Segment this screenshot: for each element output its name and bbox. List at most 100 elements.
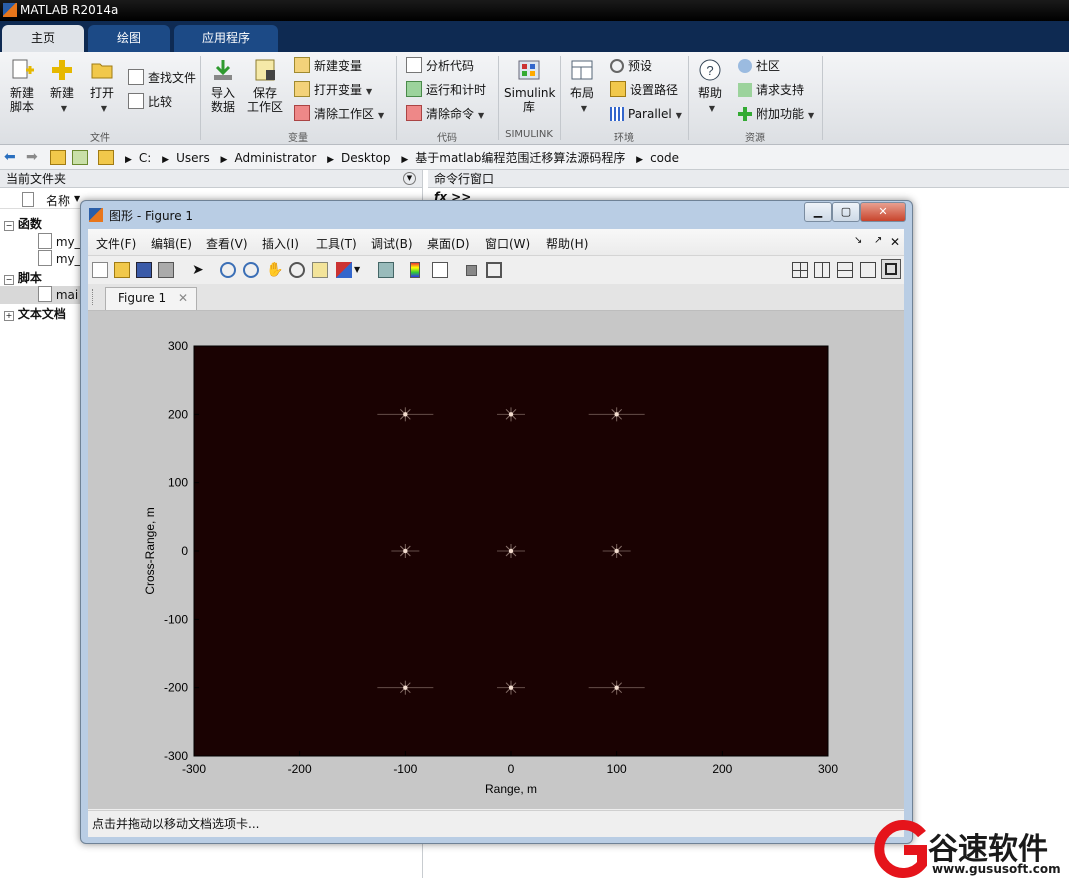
menu-window[interactable]: 窗口(W) [485, 235, 530, 252]
dock-arrow-icon[interactable]: ↗ [874, 235, 882, 246]
top-bottom-layout-icon[interactable] [837, 262, 853, 278]
close-tab-icon[interactable]: ✕ [178, 288, 188, 309]
add-ons-button[interactable]: 附加功能 ▼ [738, 104, 814, 124]
pointer-arrow-icon[interactable]: ➤ [192, 262, 208, 278]
column-name-label: 名称 [46, 194, 71, 208]
compare-icon [128, 93, 144, 109]
breadcrumb-item[interactable]: code [650, 151, 679, 165]
zoom-out-icon[interactable] [243, 262, 259, 278]
watermark-logo-icon [874, 820, 927, 878]
run-time-button[interactable]: 运行和计时 [406, 80, 486, 100]
simulink-library-button[interactable]: Simulink 库 [504, 54, 555, 114]
new-button[interactable]: 新建 ▼ [46, 54, 78, 116]
list-item[interactable]: my_ [38, 250, 81, 266]
tree-group-functions[interactable]: − 函数 [4, 215, 42, 232]
panel-menu-icon[interactable]: ▼ [403, 172, 416, 185]
undock-arrow-icon[interactable]: ↘ [854, 235, 862, 246]
preferences-button[interactable]: 预设 [610, 56, 652, 76]
tab-apps[interactable]: 应用程序 [174, 25, 278, 52]
open-button[interactable]: 打开 ▼ [86, 54, 118, 116]
figure-menu-bar: 文件(F) 编辑(E) 查看(V) 插入(I) 工具(T) 调试(B) 桌面(D… [88, 229, 904, 256]
clear-workspace-button[interactable]: 清除工作区 ▼ [294, 104, 384, 124]
menu-debug[interactable]: 调试(B) [371, 235, 413, 252]
save-workspace-button[interactable]: 保存 工作区 [246, 54, 284, 114]
data-cursor-icon[interactable] [312, 262, 328, 278]
breadcrumb-item[interactable]: 基于matlab编程范围迁移算法源码程序 [415, 151, 625, 165]
tab-plots[interactable]: 绘图 [88, 25, 170, 52]
menu-desktop[interactable]: 桌面(D) [427, 235, 470, 252]
tile-layout-icon[interactable] [792, 262, 808, 278]
up-folder-icon[interactable] [50, 150, 66, 165]
colorbar-icon[interactable] [410, 262, 420, 278]
tab-figure-1[interactable]: Figure 1 ✕ [105, 287, 197, 310]
pan-hand-icon[interactable]: ✋ [266, 262, 283, 278]
menu-tools[interactable]: 工具(T) [316, 235, 357, 252]
analyze-code-button[interactable]: 分析代码 [406, 56, 474, 76]
clear-commands-button[interactable]: 清除命令 ▼ [406, 104, 484, 124]
brush-icon[interactable] [336, 262, 352, 278]
run-time-icon [406, 81, 422, 97]
legend-icon[interactable] [432, 262, 448, 278]
open-dropdown-icon: ▼ [100, 104, 108, 113]
layout-button[interactable]: 布局 ▼ [566, 54, 598, 116]
brush-dropdown-icon[interactable]: ▼ [354, 262, 370, 278]
new-variable-button[interactable]: 新建变量 [294, 56, 362, 76]
request-support-button[interactable]: 请求支持 [738, 80, 804, 100]
menu-help[interactable]: 帮助(H) [546, 235, 588, 252]
breadcrumb-item[interactable]: Administrator [234, 151, 316, 165]
new-figure-icon[interactable] [92, 262, 108, 278]
breadcrumb-item[interactable]: Users [176, 151, 210, 165]
left-right-layout-icon[interactable] [814, 262, 830, 278]
rotate-3d-icon[interactable] [289, 262, 305, 278]
breadcrumb-separator-icon: ▶ [162, 155, 170, 165]
figure-window[interactable]: 图形 - Figure 1 ▁ ▢ ✕ 文件(F) 编辑(E) 查看(V) 插入… [80, 200, 913, 844]
open-file-icon[interactable] [114, 262, 130, 278]
import-data-button[interactable]: 导入 数据 [206, 54, 240, 114]
y-tick-label: -100 [164, 612, 188, 626]
breadcrumb-item[interactable]: C: [139, 151, 151, 165]
tree-group-text-docs[interactable]: + 文本文档 [4, 305, 66, 322]
breadcrumb-item[interactable]: Desktop [341, 151, 391, 165]
link-plot-icon[interactable] [378, 262, 394, 278]
community-button[interactable]: 社区 [738, 56, 780, 76]
tab-grip-icon[interactable] [92, 289, 95, 305]
menu-file[interactable]: 文件(F) [96, 235, 136, 252]
find-files-button[interactable]: 查找文件 [128, 68, 196, 88]
set-path-button[interactable]: 设置路径 [610, 80, 678, 100]
forward-arrow-icon[interactable]: ➡ [26, 149, 38, 165]
maximize-layout-button[interactable] [881, 259, 901, 279]
save-icon[interactable] [136, 262, 152, 278]
compare-button[interactable]: 比较 [128, 92, 172, 112]
open-variable-button[interactable]: 打开变量 ▼ [294, 80, 372, 100]
menu-edit[interactable]: 编辑(E) [151, 235, 192, 252]
group-resources-label: 资源 [745, 133, 765, 144]
list-item[interactable]: my_ [38, 233, 81, 249]
figure-status-bar: 点击并拖动以移动文档选项卡... [88, 810, 904, 837]
menu-insert[interactable]: 插入(I) [262, 235, 299, 252]
back-arrow-icon[interactable]: ⬅ [4, 149, 16, 165]
help-button[interactable]: ? 帮助 ▼ [694, 54, 726, 116]
print-icon[interactable] [158, 262, 174, 278]
new-script-button[interactable]: 新建 脚本 [6, 54, 38, 114]
maximize-button[interactable]: ▢ [832, 202, 860, 222]
close-document-icon[interactable]: ✕ [890, 235, 900, 249]
add-ons-plus-icon [738, 107, 752, 121]
file-name: my_ [55, 252, 81, 266]
parallel-button[interactable]: Parallel ▼ [610, 104, 682, 124]
close-button[interactable]: ✕ [860, 202, 906, 222]
list-item-selected[interactable]: mai [0, 286, 80, 304]
tab-home[interactable]: 主页 [2, 25, 84, 52]
hide-plot-tools-icon[interactable] [466, 265, 477, 276]
collapse-icon: − [4, 275, 14, 285]
zoom-in-icon[interactable] [220, 262, 236, 278]
tree-group-scripts[interactable]: − 脚本 [4, 269, 42, 286]
minimize-button[interactable]: ▁ [804, 202, 832, 222]
float-layout-icon[interactable] [860, 262, 876, 278]
watermark-url: www.gususoft.com [932, 862, 1061, 876]
svg-text:?: ? [706, 63, 713, 78]
browse-folder-icon[interactable] [72, 150, 88, 165]
chart-svg[interactable]: -300 -200 -100 0 100 200 300 -300 -200 -100 0 100 20… [88, 311, 904, 809]
figure-title-bar[interactable]: 图形 - Figure 1 ▁ ▢ ✕ [81, 201, 912, 229]
show-plot-tools-icon[interactable] [486, 262, 502, 278]
menu-view[interactable]: 查看(V) [206, 235, 248, 252]
